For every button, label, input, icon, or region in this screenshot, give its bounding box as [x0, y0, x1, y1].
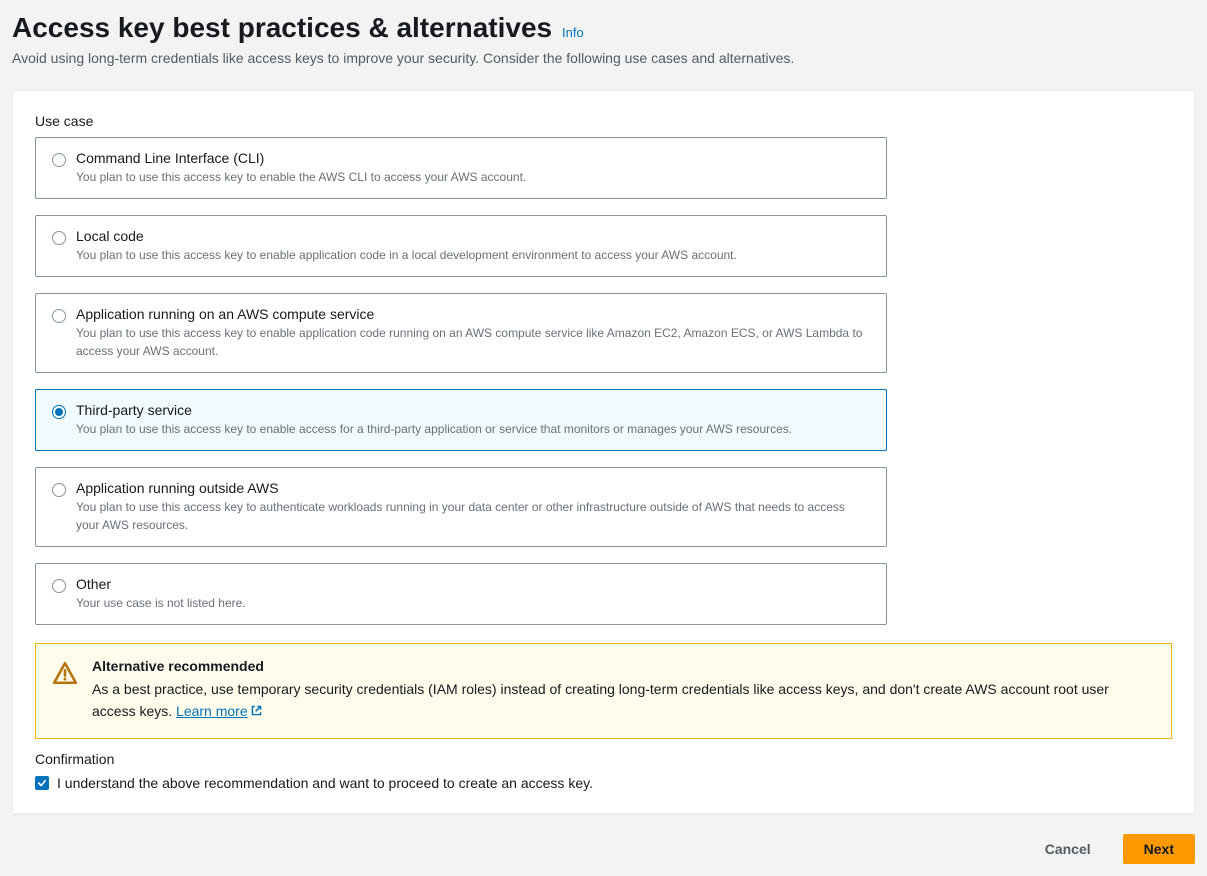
- radio-icon: [52, 483, 66, 497]
- page-subtitle: Avoid using long-term credentials like a…: [12, 50, 1195, 66]
- main-panel: Use case Command Line Interface (CLI) Yo…: [12, 90, 1195, 814]
- radio-title: Other: [76, 576, 870, 592]
- radio-title: Application running on an AWS compute se…: [76, 306, 870, 322]
- radio-icon: [52, 579, 66, 593]
- radio-icon: [52, 153, 66, 167]
- radio-option-cli[interactable]: Command Line Interface (CLI) You plan to…: [35, 137, 887, 199]
- confirmation-checkbox[interactable]: [35, 776, 49, 790]
- radio-desc: You plan to use this access key to enabl…: [76, 246, 870, 264]
- radio-icon: [52, 231, 66, 245]
- next-button[interactable]: Next: [1123, 834, 1195, 864]
- alert-title: Alternative recommended: [92, 658, 1155, 674]
- radio-desc: You plan to use this access key to enabl…: [76, 168, 870, 186]
- radio-title: Application running outside AWS: [76, 480, 870, 496]
- confirmation-label: Confirmation: [35, 751, 1172, 767]
- use-case-label: Use case: [35, 113, 1172, 129]
- radio-icon: [52, 405, 66, 419]
- radio-title: Third-party service: [76, 402, 870, 418]
- warning-icon: [52, 660, 78, 689]
- radio-option-outside-aws[interactable]: Application running outside AWS You plan…: [35, 467, 887, 547]
- alert-body: As a best practice, use temporary securi…: [92, 678, 1155, 724]
- radio-option-aws-compute[interactable]: Application running on an AWS compute se…: [35, 293, 887, 373]
- radio-option-third-party[interactable]: Third-party service You plan to use this…: [35, 389, 887, 451]
- radio-desc: Your use case is not listed here.: [76, 594, 870, 612]
- confirmation-text[interactable]: I understand the above recommendation an…: [57, 775, 593, 791]
- radio-title: Command Line Interface (CLI): [76, 150, 870, 166]
- cancel-button[interactable]: Cancel: [1025, 834, 1111, 864]
- radio-icon: [52, 309, 66, 323]
- radio-desc: You plan to use this access key to enabl…: [76, 324, 870, 360]
- external-link-icon: [250, 701, 263, 723]
- radio-desc: You plan to use this access key to authe…: [76, 498, 870, 534]
- info-link[interactable]: Info: [562, 25, 584, 40]
- radio-desc: You plan to use this access key to enabl…: [76, 420, 870, 438]
- radio-option-local-code[interactable]: Local code You plan to use this access k…: [35, 215, 887, 277]
- learn-more-link[interactable]: Learn more: [176, 703, 263, 719]
- radio-option-other[interactable]: Other Your use case is not listed here.: [35, 563, 887, 625]
- page-title: Access key best practices & alternatives: [12, 12, 552, 43]
- radio-title: Local code: [76, 228, 870, 244]
- alternative-recommended-alert: Alternative recommended As a best practi…: [35, 643, 1172, 739]
- use-case-radio-group: Command Line Interface (CLI) You plan to…: [35, 137, 887, 625]
